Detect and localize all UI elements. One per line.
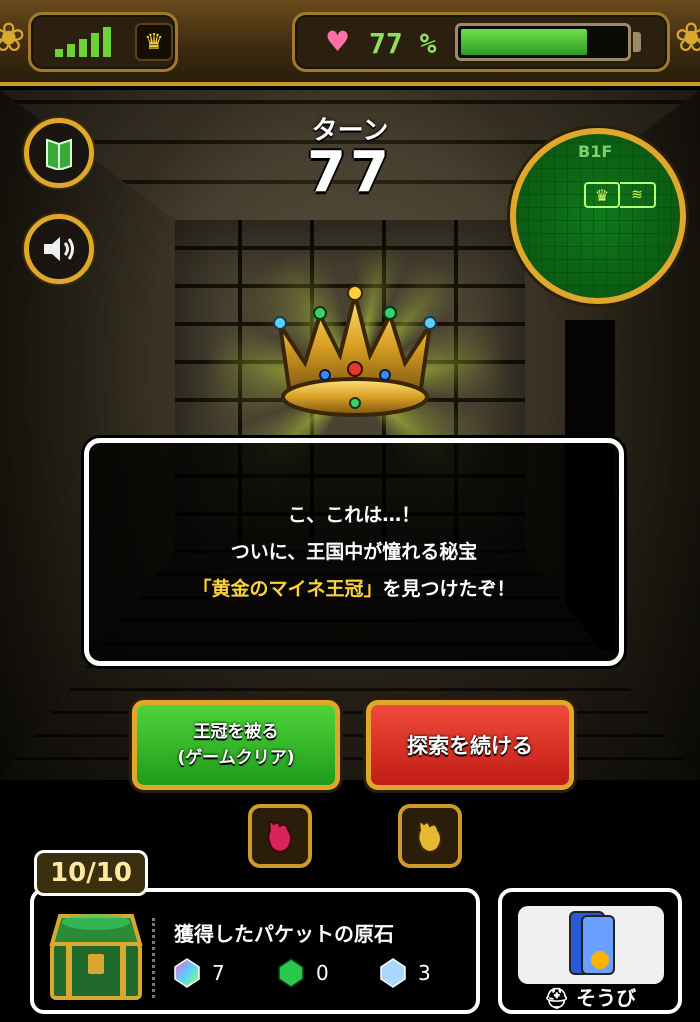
floor-label: B1F [578, 142, 613, 161]
equipment-card [518, 906, 664, 984]
stone-green: 0 [278, 958, 329, 988]
chest-capacity-badge: 10/10 [34, 850, 148, 896]
continue-exploring-label: 探索を続ける [407, 734, 533, 758]
battery-fill [461, 29, 588, 55]
wear-crown-label: 王冠を被る [193, 722, 279, 742]
stone-blue: 3 [380, 958, 431, 988]
book-icon [46, 138, 72, 170]
treasure-name: 「黄金のマイネ王冠」 [192, 577, 383, 600]
gold-bean-icon [417, 821, 442, 853]
dialog-line-3-rest: を見つけたぞ！ [382, 577, 516, 600]
separator [152, 918, 155, 998]
minimap[interactable]: B1F ♛ ≋ [510, 128, 686, 304]
treasure-chest-icon [49, 914, 143, 1000]
ornament-right: ❀ [674, 15, 700, 61]
golden-crown-icon [273, 285, 437, 417]
dialog-line-2: ついに、王国中が憧れる秘宝 [230, 540, 478, 563]
battery-panel: ♥ 77 % [292, 12, 670, 72]
blue-gem-icon [380, 958, 406, 988]
stone-count: 7 [212, 961, 225, 985]
dialog-line-3: 「黄金のマイネ王冠」を見つけたぞ！ [192, 571, 515, 608]
stone-count: 3 [418, 961, 431, 985]
map-corridor-icon: ≋ [620, 182, 656, 208]
battery-gauge [455, 23, 631, 61]
battery-tip [633, 32, 641, 52]
stone-count: 0 [316, 961, 329, 985]
stones-title: 獲得したパケットの原石 [174, 922, 394, 946]
message-dialog: こ、これは…！ ついに、王国中が憧れる秘宝 「黄金のマイネ王冠」を見つけたぞ！ [84, 438, 624, 666]
dialog-line-1: こ、これは…！ [287, 503, 421, 526]
continue-exploring-button[interactable]: 探索を続ける [366, 700, 574, 790]
stones-panel[interactable]: 獲得したパケットの原石 7 0 3 [30, 888, 480, 1014]
game-clear-label: (ゲームクリア) [177, 748, 295, 768]
red-bean-icon [267, 821, 292, 853]
guide-book-button[interactable] [24, 118, 94, 188]
green-gem-icon [278, 958, 304, 988]
dungeon-scene: ターン 77 B1F ♛ ≋ [0, 90, 700, 780]
equipment-label: ⛑ そうび [543, 986, 637, 1010]
signal-panel: ♛ [28, 12, 178, 72]
wear-crown-button[interactable]: 王冠を被る (ゲームクリア) [132, 700, 340, 790]
gold-item-button[interactable] [398, 804, 462, 868]
sound-toggle-button[interactable] [24, 214, 94, 284]
map-crown-room-icon: ♛ [584, 182, 620, 208]
status-bar: ❀ ❀ ♛ ♥ 77 % [0, 0, 700, 86]
battery-percent: 77 % [369, 27, 437, 60]
speaker-icon [44, 237, 74, 261]
stone-rainbow: 7 [174, 958, 225, 988]
heart-icon: ♥ [325, 25, 351, 58]
ornament-left: ❀ [0, 15, 26, 61]
rainbow-gem-icon [174, 958, 200, 988]
smartphone-icon [569, 911, 615, 975]
equipment-button[interactable]: ⛑ そうび [498, 888, 682, 1014]
crown-icon: ♛ [135, 23, 173, 61]
knight-helmet-icon: ⛑ [543, 986, 570, 1010]
red-item-button[interactable] [248, 804, 312, 868]
